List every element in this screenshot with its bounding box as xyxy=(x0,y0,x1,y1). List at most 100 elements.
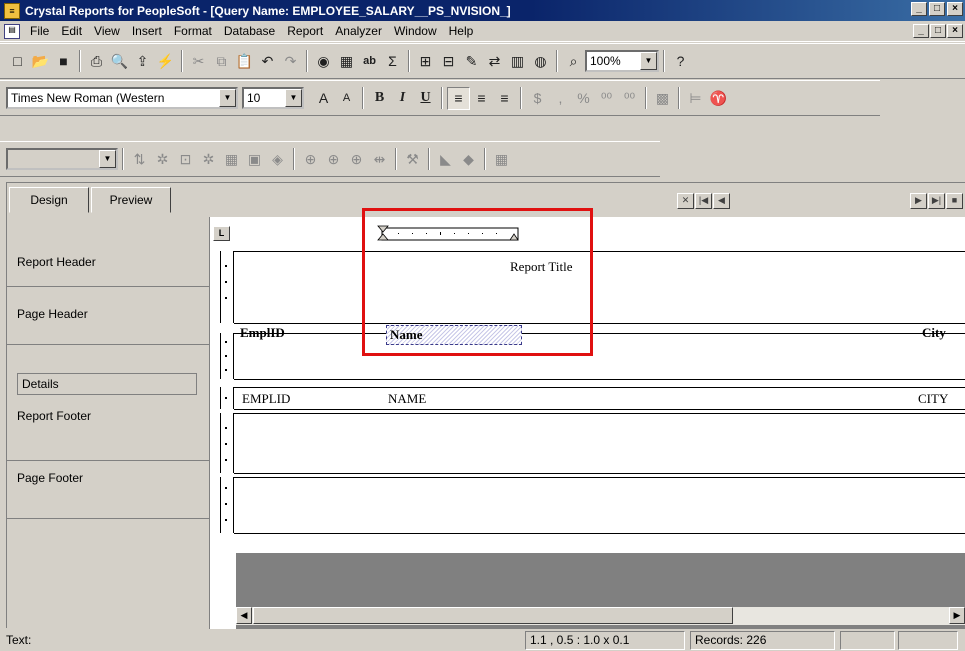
save-icon[interactable]: ■ xyxy=(52,50,75,73)
export-icon[interactable]: ⇪ xyxy=(131,50,154,73)
align-left-icon[interactable]: ≡ xyxy=(447,86,470,110)
copy-icon[interactable]: ⧉ xyxy=(210,50,233,73)
chevron-down-icon[interactable]: ▼ xyxy=(99,150,116,168)
detail-city-field[interactable]: CITY xyxy=(918,391,948,407)
formula-icon[interactable]: ✲ xyxy=(197,148,220,171)
refresh-icon[interactable]: ⚡ xyxy=(154,50,177,73)
insert-table-icon[interactable]: ▦ xyxy=(335,50,358,73)
scroll-thumb[interactable] xyxy=(253,607,733,624)
zoom-select[interactable]: 100% ▼ xyxy=(585,50,659,72)
menu-database[interactable]: Database xyxy=(218,24,281,38)
minimize-button[interactable]: _ xyxy=(911,2,927,16)
italic-button[interactable]: I xyxy=(391,87,414,110)
underline-button[interactable]: U xyxy=(414,87,437,110)
grid-icon[interactable]: ▦ xyxy=(490,148,513,171)
template-icon[interactable]: ◈ xyxy=(266,148,289,171)
menu-insert[interactable]: Insert xyxy=(126,24,168,38)
format-painter-icon[interactable]: ♈ xyxy=(707,87,730,110)
increase-font-icon[interactable]: A xyxy=(312,87,335,110)
scroll-left-icon[interactable]: ◀ xyxy=(236,607,252,624)
section-details[interactable]: Details xyxy=(17,373,197,395)
header-city-field[interactable]: City xyxy=(922,325,946,341)
section-report-footer[interactable]: Report Footer xyxy=(7,405,210,461)
prev-page-icon[interactable]: ◀ xyxy=(713,193,730,209)
insert-chart-icon[interactable]: ▥ xyxy=(506,50,529,73)
detail-emplid-field[interactable]: EMPLID xyxy=(242,391,290,407)
insert-database-field-icon[interactable]: ◉ xyxy=(312,50,335,73)
menu-window[interactable]: Window xyxy=(388,24,443,38)
menu-format[interactable]: Format xyxy=(168,24,218,38)
tab-design[interactable]: Design xyxy=(9,187,89,213)
align-center-icon[interactable]: ≡ xyxy=(470,87,493,110)
bold-button[interactable]: B xyxy=(368,87,391,110)
drill-icon[interactable]: ⊕ xyxy=(345,148,368,171)
font-size-select[interactable]: 10 ▼ xyxy=(242,87,304,109)
help-icon[interactable]: ? xyxy=(669,50,692,73)
chart-expert-icon[interactable]: ◣ xyxy=(434,148,457,171)
redo-icon[interactable]: ↷ xyxy=(279,50,302,73)
object-select[interactable]: ▼ xyxy=(6,148,118,170)
chevron-down-icon[interactable]: ▼ xyxy=(219,89,236,107)
horizontal-scrollbar[interactable]: ◀ ▶ xyxy=(236,607,965,625)
paste-icon[interactable]: 📋 xyxy=(233,50,256,73)
select-expert-icon[interactable]: ⊡ xyxy=(174,148,197,171)
new-icon[interactable]: □ xyxy=(6,50,29,73)
insert-map-icon[interactable]: ◍ xyxy=(529,50,552,73)
menu-file[interactable]: File xyxy=(24,24,55,38)
zoom-in-icon[interactable]: ⊕ xyxy=(299,148,322,171)
decrease-decimals-icon[interactable]: ⁰⁰ xyxy=(618,87,641,110)
map-expert-icon[interactable]: ◆ xyxy=(457,148,480,171)
doc-restore-button[interactable]: □ xyxy=(930,24,946,38)
section-page-header[interactable]: Page Header xyxy=(7,287,210,345)
tab-preview[interactable]: Preview xyxy=(91,187,171,213)
insert-subreport-icon[interactable]: ⊟ xyxy=(437,50,460,73)
first-page-icon[interactable]: |◀ xyxy=(695,193,712,209)
increase-decimals-icon[interactable]: ⁰⁰ xyxy=(595,87,618,110)
font-name-select[interactable]: Times New Roman (Western ▼ xyxy=(6,87,238,109)
menu-report[interactable]: Report xyxy=(281,24,329,38)
close-button[interactable]: × xyxy=(947,2,963,16)
insert-ole-icon[interactable]: ✎ xyxy=(460,50,483,73)
menu-edit[interactable]: Edit xyxy=(55,24,88,38)
section-page-footer[interactable]: Page Footer xyxy=(7,461,210,519)
thousands-button[interactable]: , xyxy=(549,87,572,110)
stop-icon[interactable]: ■ xyxy=(946,193,963,209)
insert-group-icon[interactable]: ⊞ xyxy=(414,50,437,73)
close-view-icon[interactable]: ✕ xyxy=(677,193,694,209)
tools-icon[interactable]: ⚒ xyxy=(401,148,424,171)
currency-button[interactable]: $ xyxy=(526,87,549,110)
zoom-out-icon[interactable]: ⊕ xyxy=(322,148,345,171)
insert-summary-icon[interactable]: Σ xyxy=(381,50,404,73)
print-icon[interactable]: ⎙ xyxy=(85,50,108,73)
doc-close-button[interactable]: × xyxy=(947,24,963,38)
decrease-font-icon[interactable]: A xyxy=(335,87,358,110)
section-report-header[interactable]: Report Header xyxy=(7,217,210,287)
document-icon[interactable]: ▤ xyxy=(4,23,20,39)
header-emplid-field[interactable]: EmplID xyxy=(240,325,285,341)
undo-icon[interactable]: ↶ xyxy=(256,50,279,73)
hierarchy-icon[interactable]: ⊨ xyxy=(684,87,707,110)
highlight-icon[interactable]: ▣ xyxy=(243,148,266,171)
menu-help[interactable]: Help xyxy=(443,24,480,38)
find-icon[interactable]: ⌕ xyxy=(562,50,585,73)
print-preview-icon[interactable]: 🔍 xyxy=(108,50,131,73)
percent-button[interactable]: % xyxy=(572,87,595,110)
chevron-down-icon[interactable]: ▼ xyxy=(285,89,302,107)
chevron-down-icon[interactable]: ▼ xyxy=(640,52,657,70)
doc-minimize-button[interactable]: _ xyxy=(913,24,929,38)
last-page-icon[interactable]: ▶| xyxy=(928,193,945,209)
border-icon[interactable]: ▩ xyxy=(651,87,674,110)
open-icon[interactable]: 📂 xyxy=(29,50,52,73)
menu-view[interactable]: View xyxy=(88,24,126,38)
scroll-right-icon[interactable]: ▶ xyxy=(949,607,965,624)
group-expert-icon[interactable]: ✲ xyxy=(151,148,174,171)
maximize-button[interactable]: □ xyxy=(929,2,945,16)
align-right-icon[interactable]: ≡ xyxy=(493,87,516,110)
next-page-icon[interactable]: ▶ xyxy=(910,193,927,209)
cut-icon[interactable]: ✂ xyxy=(187,50,210,73)
menu-analyzer[interactable]: Analyzer xyxy=(329,24,388,38)
detail-name-field[interactable]: NAME xyxy=(388,391,426,407)
section-expert-icon[interactable]: ▦ xyxy=(220,148,243,171)
sort-icon[interactable]: ⇅ xyxy=(128,148,151,171)
insert-text-object-icon[interactable]: ab xyxy=(358,50,381,73)
